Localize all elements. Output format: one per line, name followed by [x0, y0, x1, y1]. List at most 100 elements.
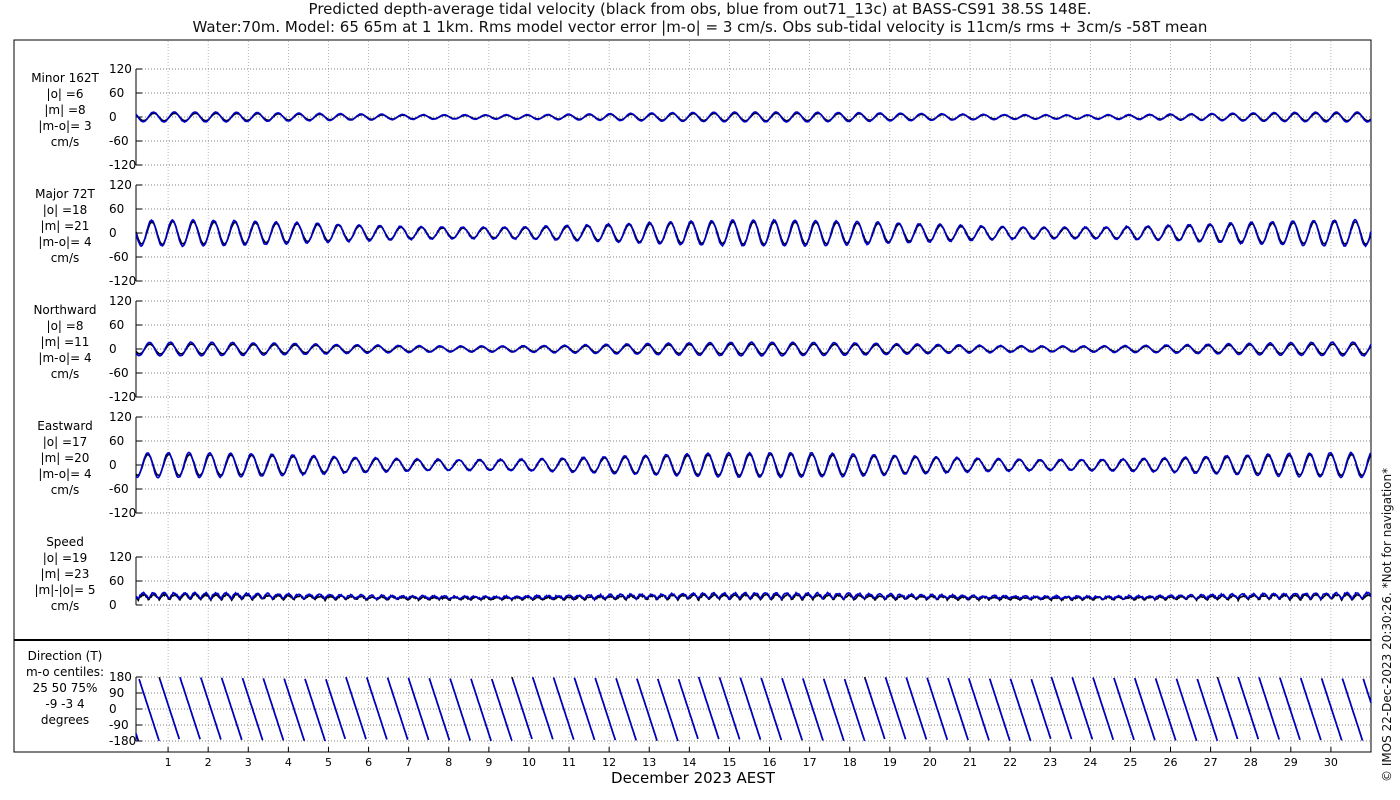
panel-label-line: Eastward	[37, 419, 92, 433]
y-tick-label: 180	[109, 670, 132, 684]
x-tick-label: 27	[1204, 756, 1218, 769]
x-tick-label: 18	[843, 756, 857, 769]
panel-label-line: cm/s	[51, 599, 80, 613]
panel-label-line: cm/s	[51, 367, 80, 381]
panel-direction: 180 90 0 -90 -180 Direction (T) m-o centiles: 2…	[26, 649, 1372, 748]
panel-label-line: |m| =21	[41, 219, 90, 233]
panel-label-line: degrees	[41, 713, 89, 727]
y-tick-label: 0	[109, 110, 117, 124]
model-series	[135, 111, 1372, 124]
x-tick-label: 23	[1043, 756, 1057, 769]
y-tick-label: 120	[109, 410, 132, 424]
x-tick-label: 14	[682, 756, 696, 769]
y-tick-label: 0	[109, 226, 117, 240]
model-series	[135, 451, 1372, 479]
x-tick-label: 11	[562, 756, 576, 769]
x-tick-label: 24	[1083, 756, 1097, 769]
y-tick-label: -120	[109, 158, 136, 172]
y-tick-label: -120	[109, 506, 136, 520]
x-tick-label: 13	[642, 756, 656, 769]
model-series	[135, 218, 1372, 248]
panel-label-line: 25 50 75%	[33, 681, 98, 695]
panel-label-line: |o| =18	[43, 203, 88, 217]
y-tick-label: -180	[109, 734, 136, 748]
panel-label-line: |o| =6	[47, 87, 84, 101]
y-tick-label: 120	[109, 550, 132, 564]
panel-label-line: |o| =19	[43, 551, 88, 565]
y-tick-label: 60	[109, 86, 124, 100]
panel-label-line: |m|-|o|= 5	[34, 583, 95, 597]
y-tick-label: 0	[109, 342, 117, 356]
y-tick-label: 120	[109, 62, 132, 76]
x-tick-label: 9	[485, 756, 492, 769]
panel-label-line: Northward	[33, 303, 96, 317]
x-tick-label: 10	[522, 756, 536, 769]
y-tick-label: -120	[109, 390, 136, 404]
panel-label-line: |m| =20	[41, 451, 90, 465]
panel-label-line: |m-o|= 4	[38, 467, 91, 481]
model-series	[135, 676, 1372, 742]
panel-label-line: Direction (T)	[28, 649, 103, 663]
x-tick-label: 17	[803, 756, 817, 769]
panel-label-line: |m| =23	[41, 567, 90, 581]
panel-label-line: |m| =11	[41, 335, 90, 349]
panel-label-line: |o| =8	[47, 319, 84, 333]
x-tick-label: 15	[722, 756, 736, 769]
x-tick-label: 6	[365, 756, 372, 769]
y-tick-label: -60	[109, 250, 129, 264]
panel-label-line: Speed	[46, 535, 84, 549]
x-axis-label: December 2023 AEST	[611, 769, 776, 787]
panel-speed: 120 60 0 Speed |o| =19 |m| =23 |m|-|o|= 5 cm/s	[34, 535, 1372, 613]
y-tick-label: 60	[109, 318, 124, 332]
panel-label-line: |m| =8	[44, 103, 85, 117]
obs-series	[135, 220, 1372, 246]
panel-label-line: -9 -3 4	[45, 697, 84, 711]
x-tick-label: 12	[602, 756, 616, 769]
y-tick-label: 60	[109, 434, 124, 448]
panel-label-line: cm/s	[51, 483, 80, 497]
x-tick-label: 22	[1003, 756, 1017, 769]
x-tick-label: 25	[1123, 756, 1137, 769]
y-tick-label: 60	[109, 574, 124, 588]
y-tick-label: 90	[109, 686, 124, 700]
y-tick-label: -90	[109, 718, 129, 732]
x-tick-label: 30	[1324, 756, 1338, 769]
model-series	[135, 341, 1372, 357]
x-tick-label: 8	[445, 756, 452, 769]
x-tick-label: 21	[963, 756, 977, 769]
y-tick-label: 120	[109, 294, 132, 308]
panel-label-line: |m-o|= 4	[38, 235, 91, 249]
panel-label-line: cm/s	[51, 135, 80, 149]
x-tick-label: 2	[205, 756, 212, 769]
x-tick-label: 4	[285, 756, 292, 769]
panel-label-line: Major 72T	[35, 187, 95, 201]
x-tick-label: 26	[1164, 756, 1178, 769]
y-tick-label: -60	[109, 134, 129, 148]
y-tick-label: 0	[109, 458, 117, 472]
panel-label-line: m-o centiles:	[26, 665, 104, 679]
x-tick-label: 16	[763, 756, 777, 769]
y-tick-label: -60	[109, 366, 129, 380]
panel-label-line: |m-o|= 3	[38, 119, 91, 133]
panel-label-line: |o| =17	[43, 435, 88, 449]
panel-north: 120 60 0 -60 -120 Northward |o| =8 |m| =11 |m-o|…	[33, 294, 1372, 404]
y-tick-label: 60	[109, 202, 124, 216]
y-tick-label: 0	[109, 598, 117, 612]
panel-label-line: cm/s	[51, 251, 80, 265]
y-tick-label: -120	[109, 274, 136, 288]
y-tick-label: 120	[109, 178, 132, 192]
x-tick-label: 1	[165, 756, 172, 769]
credit-text: © IMOS 22-Dec-2023 20:30:26. *Not for na…	[1380, 467, 1394, 782]
upper-frame	[13, 39, 1372, 641]
y-tick-label: -60	[109, 482, 129, 496]
panel-label-line: Minor 162T	[31, 71, 99, 85]
x-tick-label: 19	[883, 756, 897, 769]
y-tick-label: 0	[109, 702, 117, 716]
panel-minor: 120 60 0 -60 -120 Minor 162T |o| =6 |m| =8 |m-o|…	[31, 62, 1372, 172]
x-tick-label: 20	[923, 756, 937, 769]
x-tick-label: 29	[1284, 756, 1298, 769]
direction-frame	[13, 639, 1372, 753]
panel-label-line: |m-o|= 4	[38, 351, 91, 365]
x-tick-label: 5	[325, 756, 332, 769]
x-tick-label: 3	[245, 756, 252, 769]
